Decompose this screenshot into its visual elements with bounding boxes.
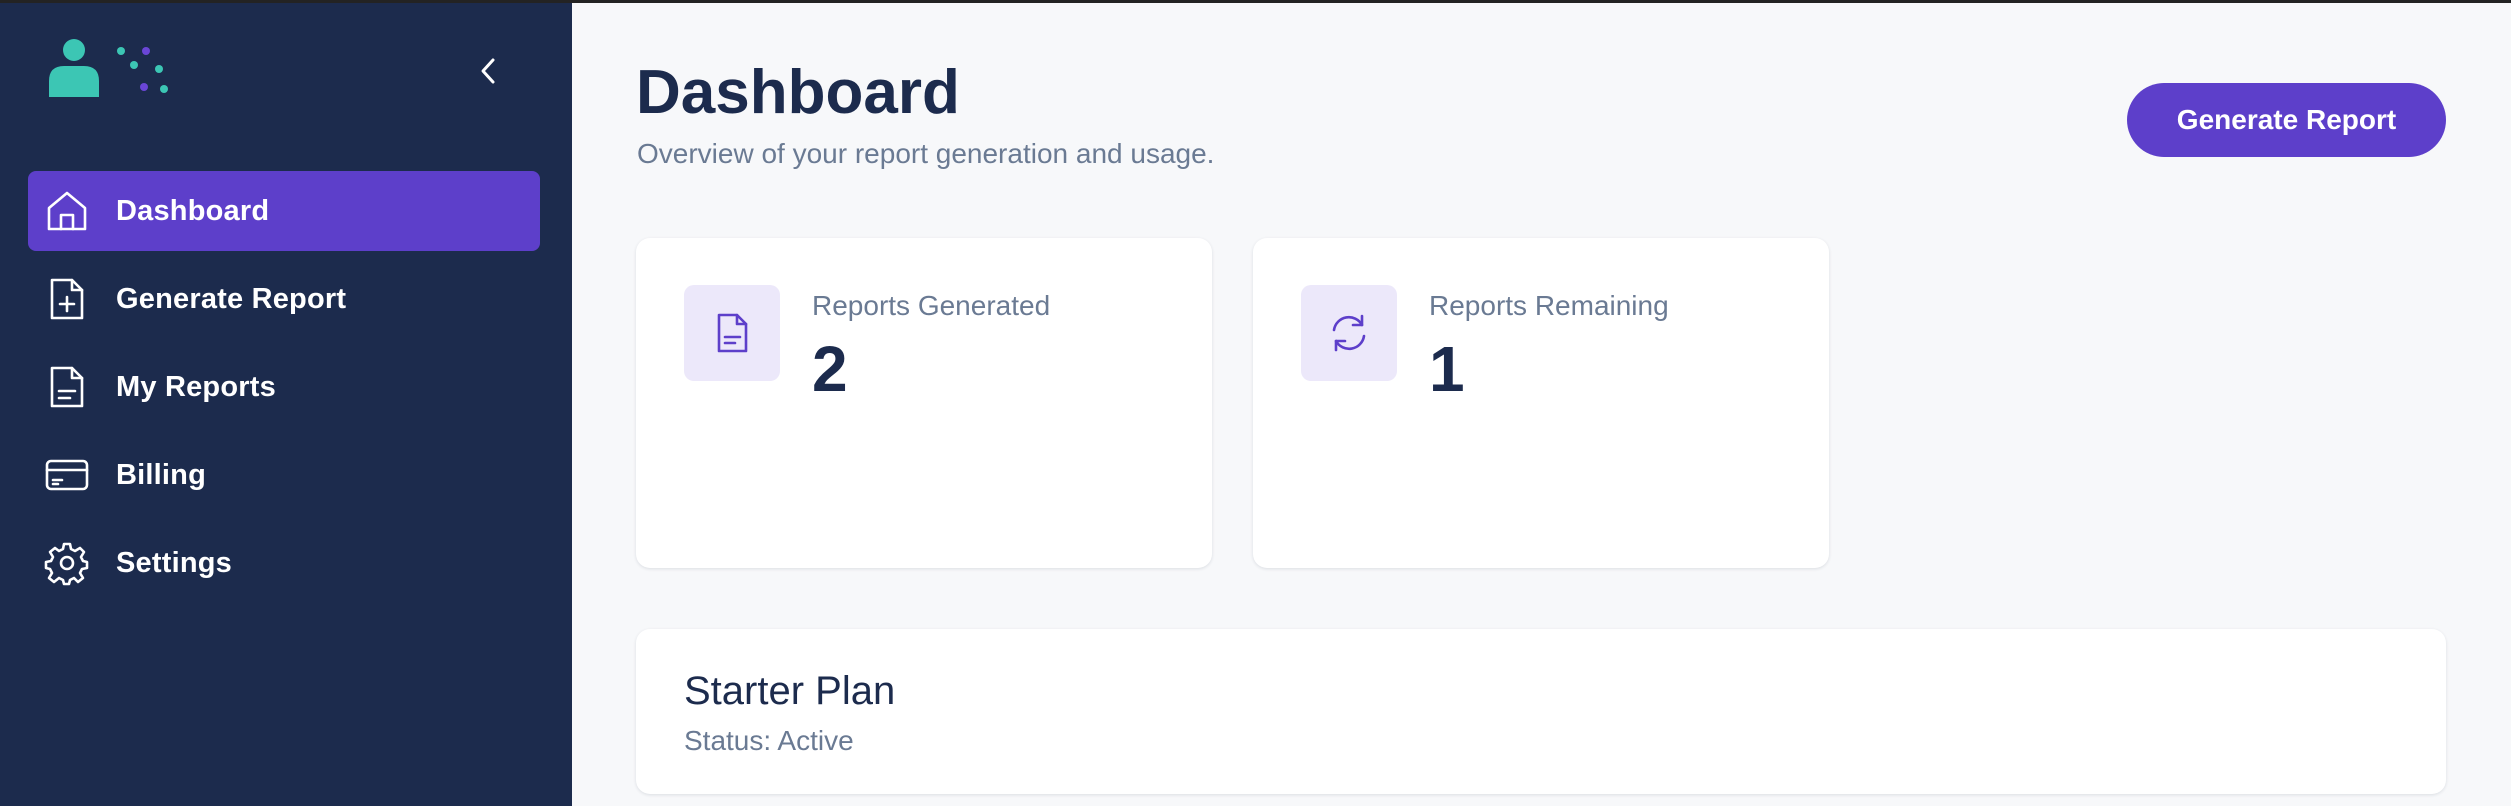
stat-icon-container [684,285,780,381]
sidebar-item-billing[interactable]: Billing [28,435,540,515]
stat-card-reports-generated: Reports Generated 2 [636,238,1212,568]
collapse-sidebar-button[interactable] [466,49,510,93]
page-title: Dashboard [636,58,960,127]
plan-card: Starter Plan Status: Active [636,629,2446,794]
stat-icon-container [1301,285,1397,381]
stat-label: Reports Generated [812,290,1051,321]
plan-name: Starter Plan [684,669,896,713]
credit-card-icon [44,452,90,498]
sidebar-item-label: Dashboard [116,194,270,227]
app-window: Dashboard Generate Report My Reports Bil… [0,3,2511,806]
stat-value: 2 [812,333,848,405]
file-plus-icon [44,276,90,322]
sidebar-nav: Dashboard Generate Report My Reports Bil… [28,171,540,611]
file-text-icon [44,364,90,410]
gear-icon [44,540,90,586]
sidebar-item-generate-report[interactable]: Generate Report [28,259,540,339]
sidebar-item-label: Settings [116,546,232,579]
sidebar-item-label: My Reports [116,370,276,403]
sidebar-item-dashboard[interactable]: Dashboard [28,171,540,251]
generate-report-button[interactable]: Generate Report [2127,83,2446,157]
sidebar-item-settings[interactable]: Settings [28,523,540,603]
sidebar: Dashboard Generate Report My Reports Bil… [0,3,572,806]
chevron-left-icon [481,58,495,84]
home-icon [44,188,90,234]
sidebar-item-label: Generate Report [116,282,347,315]
page-subtitle: Overview of your report generation and u… [637,138,1215,169]
plan-status: Status: Active [684,725,854,756]
refresh-icon [1332,314,1366,352]
stat-card-reports-remaining: Reports Remaining 1 [1253,238,1829,568]
app-logo [49,39,168,97]
stat-label: Reports Remaining [1429,290,1669,321]
main-content: Dashboard Overview of your report genera… [572,3,2511,806]
sidebar-item-my-reports[interactable]: My Reports [28,347,540,427]
document-icon [717,313,748,353]
sidebar-item-label: Billing [116,458,207,491]
stat-value: 1 [1429,333,1465,405]
